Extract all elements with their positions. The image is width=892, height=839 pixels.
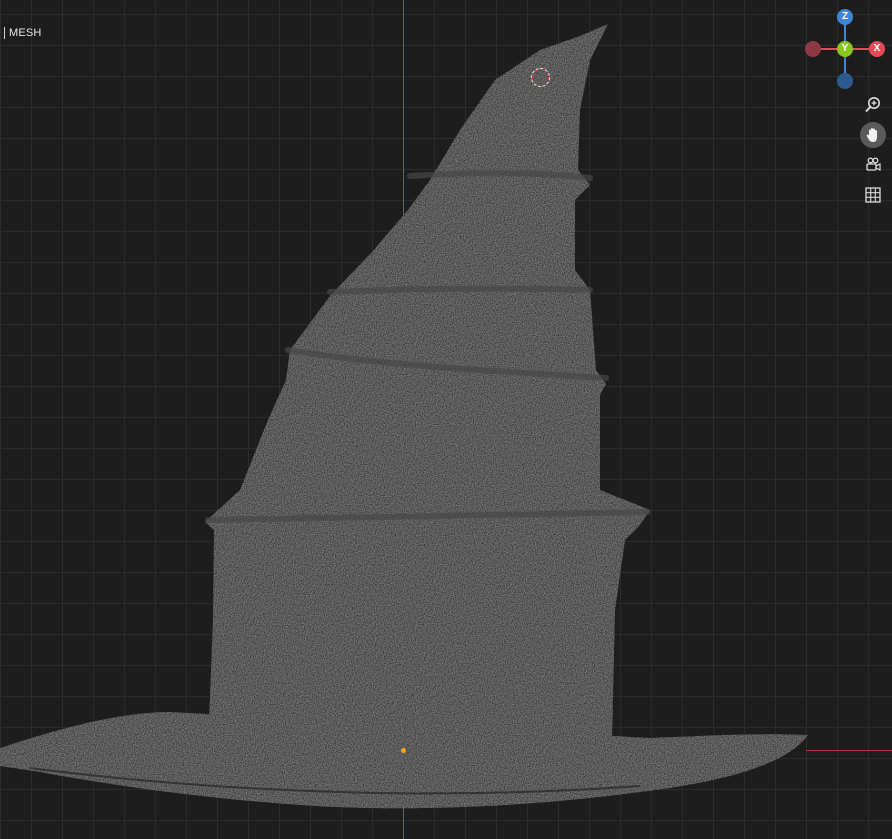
navigation-gizmo[interactable]: Z Y X <box>800 6 890 96</box>
gizmo-y-axis[interactable]: Y <box>837 41 853 57</box>
hand-icon <box>866 128 877 142</box>
wizard-hat-mesh[interactable] <box>0 0 892 839</box>
object-origin <box>401 748 406 753</box>
3d-viewport[interactable]: MESH <box>0 0 892 839</box>
hat-body <box>205 24 650 745</box>
gizmo-z-axis[interactable]: Z <box>837 9 853 25</box>
gizmo-x-axis[interactable]: X <box>869 41 885 57</box>
camera-icon <box>866 157 881 171</box>
gizmo-neg-z-axis[interactable] <box>837 73 853 89</box>
grid-icon <box>865 187 881 203</box>
zoom-in-icon <box>865 97 880 113</box>
camera-button[interactable] <box>860 152 886 178</box>
pan-button[interactable] <box>860 122 886 148</box>
3d-cursor[interactable] <box>531 68 550 87</box>
gizmo-neg-x-axis[interactable] <box>805 41 821 57</box>
grid-button[interactable] <box>860 182 886 208</box>
zoom-button[interactable] <box>860 92 886 118</box>
viewport-tools <box>860 92 886 212</box>
